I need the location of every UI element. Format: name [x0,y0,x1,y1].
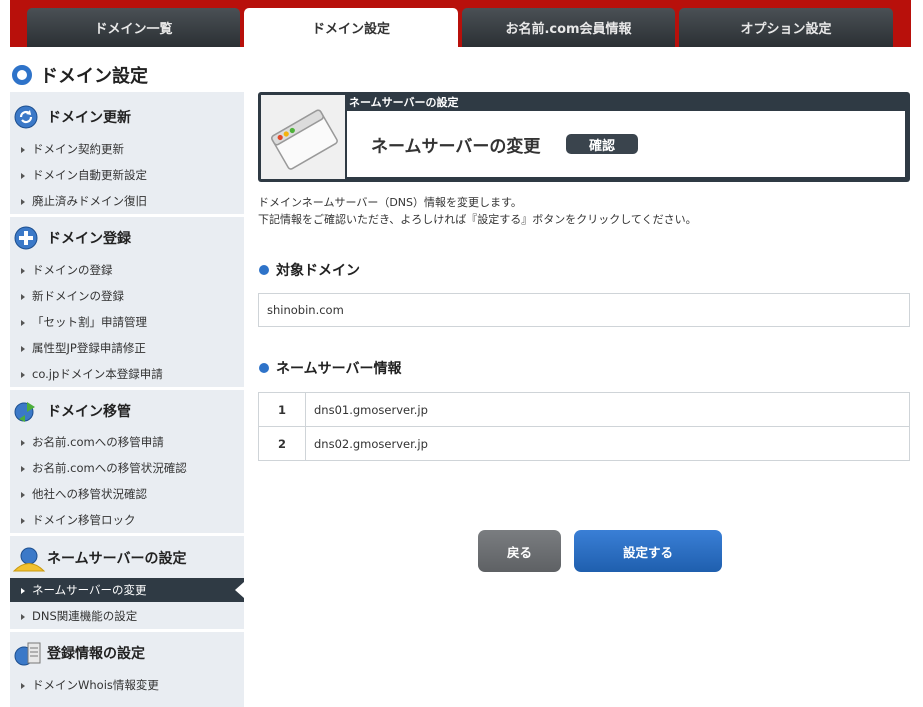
description-line: 下記情報をご確認いただき、よろしければ『設定する』ボタンをクリックしてください。 [258,213,697,226]
section-title: ネームサーバーの変更 [371,137,541,157]
sidebar-item-register[interactable]: ドメインの登録 [10,258,244,282]
nameserver-table: 1 dns01.gmoserver.jp 2 dns02.gmoserver.j… [258,392,910,461]
ns-host: dns01.gmoserver.jp [305,392,910,427]
sidebar-item-auto-renewal[interactable]: ドメイン自動更新設定 [10,163,244,187]
table-row: 2 dns02.gmoserver.jp [258,426,910,461]
sidebar-item-whois[interactable]: ドメインWhois情報変更 [10,673,244,697]
sidebar-item-set-discount[interactable]: 「セット割」申請管理 [10,310,244,334]
submit-button[interactable]: 設定する [574,530,722,572]
window-icon-area [261,95,345,179]
sidebar-item-transfer-lock[interactable]: ドメイン移管ロック [10,508,244,532]
sidebar-section-registration: ドメイン登録 [10,225,244,251]
description-line: ドメインネームサーバー（DNS）情報を変更します。 [258,196,522,209]
bullet-icon [259,363,269,373]
plus-icon [14,226,38,250]
section-header-box: ネームサーバーの設定 ネームサーバーの変更 確認 [258,92,910,182]
back-button[interactable]: 戻る [478,530,561,572]
section-label: ネームサーバーの設定 [349,96,459,109]
transfer-icon [14,402,35,422]
page-title-text: ドメイン設定 [40,66,148,87]
description: ドメインネームサーバー（DNS）情報を変更します。 下記情報をご確認いただき、よ… [258,194,697,228]
sidebar-item-dns-settings[interactable]: DNS関連機能の設定 [10,604,244,628]
top-nav-bar: ドメイン一覧 ドメイン設定 お名前.com会員情報 オプション設定 [10,0,911,47]
tab-option-settings[interactable]: オプション設定 [679,8,893,47]
page-title: ドメイン設定 [12,62,148,88]
ns-number: 2 [258,426,306,461]
sidebar-section-title: ネームサーバーの設定 [47,551,187,567]
ns-number: 1 [258,392,306,427]
sidebar-item-register-new[interactable]: 新ドメインの登録 [10,284,244,308]
heading-text: 対象ドメイン [276,263,360,279]
tab-member-info[interactable]: お名前.com会員情報 [462,8,675,47]
sidebar-item-cojp[interactable]: co.jpドメイン本登録申請 [10,362,244,386]
sidebar: ドメイン更新 ドメイン契約更新 ドメイン自動更新設定 廃止済みドメイン復旧 ドメ… [10,92,244,707]
sidebar-divider [10,533,244,536]
status-badge: 確認 [566,134,638,154]
nameserver-heading: ネームサーバー情報 [259,358,401,378]
sidebar-divider [10,214,244,217]
sidebar-section-title: ドメイン登録 [47,231,131,247]
database-icon [14,642,41,666]
sidebar-section-title: ドメイン移管 [47,404,131,420]
sidebar-section-title: ドメイン更新 [47,110,131,126]
target-domain-heading: 対象ドメイン [259,260,360,280]
sidebar-section-nameserver: ネームサーバーの設定 [10,545,244,572]
tab-domain-list[interactable]: ドメイン一覧 [27,8,240,47]
window-icon [271,109,338,170]
ns-host: dns02.gmoserver.jp [305,426,910,461]
sidebar-section-transfer: ドメイン移管 [10,398,244,424]
title-ring-icon [12,65,32,85]
refresh-icon [14,105,38,129]
tab-domain-settings[interactable]: ドメイン設定 [244,8,458,47]
section-header-inner: ネームサーバーの変更 確認 [347,111,905,177]
sidebar-divider [10,629,244,632]
sidebar-section-renewal: ドメイン更新 [10,104,244,130]
sidebar-item-transfer-out-status[interactable]: 他社への移管状況確認 [10,482,244,506]
sidebar-item-nameserver-change[interactable]: ネームサーバーの変更 [10,578,244,602]
sidebar-section-title: 登録情報の設定 [47,646,145,662]
sidebar-item-contract-renewal[interactable]: ドメイン契約更新 [10,137,244,161]
sidebar-item-jp-fix[interactable]: 属性型JP登録申請修正 [10,336,244,360]
table-row: 1 dns01.gmoserver.jp [258,392,910,427]
sidebar-section-registrant: 登録情報の設定 [10,640,244,666]
heading-text: ネームサーバー情報 [276,361,402,377]
nameserver-icon [12,547,46,572]
sidebar-divider [10,387,244,390]
sidebar-item-restore[interactable]: 廃止済みドメイン復旧 [10,189,244,213]
target-domain-value: shinobin.com [258,293,910,327]
sidebar-item-transfer-in-status[interactable]: お名前.comへの移管状況確認 [10,456,244,480]
bullet-icon [259,265,269,275]
sidebar-item-transfer-in[interactable]: お名前.comへの移管申請 [10,430,244,454]
